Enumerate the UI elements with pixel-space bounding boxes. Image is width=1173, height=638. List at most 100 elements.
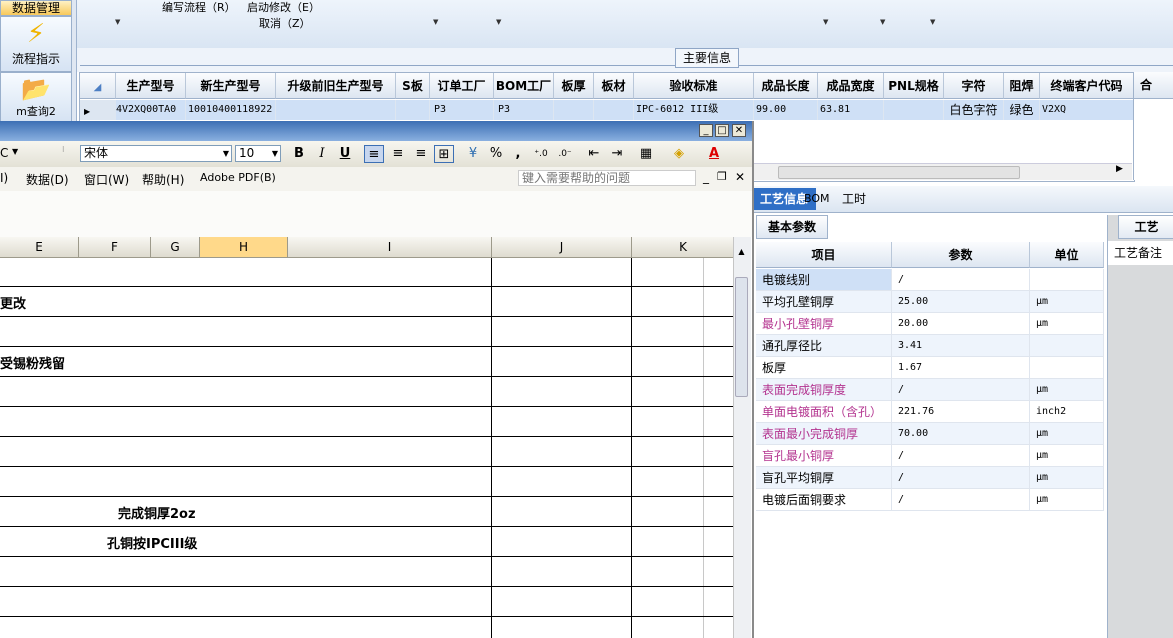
grid-cell[interactable] [884, 100, 944, 120]
grid-header[interactable]: S板 [396, 73, 430, 99]
params-header-value[interactable]: 参数 [892, 242, 1030, 268]
params-row[interactable]: 表面完成铜厚度 / μm [756, 379, 1104, 401]
arrow-right-icon[interactable]: ▶ [1116, 164, 1123, 174]
column-header-i[interactable]: I [288, 237, 492, 257]
chevron-down-icon[interactable]: ▼ [272, 146, 278, 161]
tab-bom[interactable]: BOM [796, 188, 838, 210]
formula-area[interactable] [0, 191, 752, 237]
params-header-item[interactable]: 项目 [756, 242, 892, 268]
dropdown-arrow-icon[interactable]: ▼ [496, 18, 501, 26]
chevron-down-icon[interactable]: ▼ [12, 147, 18, 156]
dropdown-arrow-icon[interactable]: ▼ [930, 18, 935, 26]
column-header-f[interactable]: F [79, 237, 151, 257]
dropdown-arrow-icon[interactable]: ▼ [433, 18, 438, 26]
grid-cell[interactable] [554, 100, 594, 120]
grid-cell[interactable]: 63.81 [818, 100, 884, 120]
grid-header[interactable]: 板材 [594, 73, 634, 99]
close-icon[interactable]: ✕ [735, 170, 745, 184]
param-value[interactable]: / [892, 379, 1030, 401]
comma-button[interactable]: , [508, 145, 528, 163]
column-header-k[interactable]: K [632, 237, 735, 257]
param-value[interactable]: / [892, 445, 1030, 467]
cell-text[interactable]: 受锡粉残留 [0, 353, 65, 372]
param-item[interactable]: 电镀后面铜要求 [756, 489, 892, 511]
grid-cell[interactable] [276, 100, 396, 120]
minimize-icon[interactable]: _ [703, 170, 709, 184]
grid-header[interactable]: 合 [1134, 72, 1173, 99]
column-header-h[interactable]: H [200, 237, 288, 257]
params-row[interactable]: 表面最小完成铜厚 70.00 μm [756, 423, 1104, 445]
increase-decimal-icon[interactable]: ⁺.0 [531, 145, 551, 163]
grid-cell[interactable]: 4V2XQ00TA0 [116, 100, 186, 120]
menu-item-data[interactable]: 数据(D) [26, 171, 69, 188]
scroll-thumb[interactable] [778, 166, 1020, 179]
param-unit[interactable] [1030, 335, 1104, 357]
borders-icon[interactable]: ▦ [636, 145, 656, 163]
process-tab[interactable]: 工艺 [1118, 215, 1173, 239]
nav-query-button[interactable]: 📂 m查询2 [0, 72, 72, 122]
merge-center-icon[interactable]: ⊞ [434, 145, 454, 163]
grid-header[interactable]: PNL规格 [884, 73, 944, 99]
column-header-j[interactable]: J [492, 237, 632, 257]
param-item[interactable]: 表面完成铜厚度 [756, 379, 892, 401]
param-value[interactable]: 1.67 [892, 357, 1030, 379]
grid-cell[interactable]: 99.00 [754, 100, 818, 120]
menu-item-insert[interactable]: I) [0, 171, 8, 185]
grid-header[interactable]: 字符 [944, 73, 1004, 99]
basic-params-tab[interactable]: 基本参数 [756, 215, 828, 239]
param-item[interactable]: 板厚 [756, 357, 892, 379]
align-left-icon[interactable]: ≡ [364, 145, 384, 163]
grid-header[interactable]: 订单工厂 [430, 73, 494, 99]
param-unit[interactable]: μm [1030, 423, 1104, 445]
cell-text[interactable]: 孔铜按IPCIII级 [107, 533, 197, 552]
align-right-icon[interactable]: ≡ [411, 145, 431, 163]
scroll-thumb[interactable] [735, 277, 748, 397]
param-value[interactable]: 3.41 [892, 335, 1030, 357]
param-unit[interactable]: μm [1030, 379, 1104, 401]
param-value[interactable]: 20.00 [892, 313, 1030, 335]
param-unit[interactable] [1030, 269, 1104, 291]
font-name-select[interactable]: 宋体 ▼ [80, 145, 232, 162]
params-row[interactable]: 板厚 1.67 [756, 357, 1104, 379]
cell-text[interactable]: 更改 [0, 293, 26, 312]
column-header-g[interactable]: G [151, 237, 200, 257]
params-row[interactable]: 盲孔最小铜厚 / μm [756, 445, 1104, 467]
grid-cell[interactable]: P3 [494, 100, 554, 120]
param-value[interactable]: 70.00 [892, 423, 1030, 445]
column-header-e[interactable]: E [0, 237, 79, 257]
decrease-decimal-icon[interactable]: .0⁻ [555, 145, 575, 163]
start-modify-menu[interactable]: 启动修改（E） [247, 0, 320, 15]
row-indicator[interactable]: ▶ [80, 100, 116, 120]
bold-button[interactable]: B [289, 145, 309, 163]
align-center-icon[interactable]: ≡ [388, 145, 408, 163]
param-unit[interactable]: μm [1030, 445, 1104, 467]
param-item[interactable]: 单面电镀面积（含孔） [756, 401, 892, 423]
params-row[interactable]: 盲孔平均铜厚 / μm [756, 467, 1104, 489]
underline-button[interactable]: U [335, 145, 355, 163]
cancel-menu[interactable]: 取消（Z） [259, 15, 311, 31]
excel-titlebar[interactable]: _ □ ✕ [0, 121, 752, 141]
grid-header[interactable]: 验收标准 [634, 73, 754, 99]
param-item[interactable]: 电镀线别 [756, 269, 892, 291]
nav-data-management-button[interactable]: 数据管理 [0, 0, 72, 16]
param-value[interactable]: / [892, 269, 1030, 291]
params-row[interactable]: 平均孔壁铜厚 25.00 μm [756, 291, 1104, 313]
help-search-input[interactable] [518, 170, 696, 186]
grid-cell[interactable]: 绿色 [1004, 100, 1040, 120]
param-item[interactable]: 平均孔壁铜厚 [756, 291, 892, 313]
param-value[interactable]: 25.00 [892, 291, 1030, 313]
param-value[interactable]: 221.76 [892, 401, 1030, 423]
nav-flow-instruction-button[interactable]: ⚡ 流程指示 [0, 16, 72, 72]
grid-header[interactable]: 生产型号 [116, 73, 186, 99]
param-unit[interactable] [1030, 357, 1104, 379]
menu-item-help[interactable]: 帮助(H) [142, 171, 184, 188]
param-item[interactable]: 盲孔最小铜厚 [756, 445, 892, 467]
restore-icon[interactable]: ❐ [717, 170, 727, 183]
param-unit[interactable]: μm [1030, 467, 1104, 489]
maximize-icon[interactable]: □ [715, 124, 729, 137]
currency-icon[interactable]: ¥ [463, 145, 483, 163]
write-flow-menu[interactable]: 编写流程（R） [162, 0, 236, 15]
minimize-icon[interactable]: _ [699, 124, 713, 137]
params-row[interactable]: 电镀线别 / [756, 269, 1104, 291]
grid-header[interactable]: 升级前旧生产型号 [276, 73, 396, 99]
